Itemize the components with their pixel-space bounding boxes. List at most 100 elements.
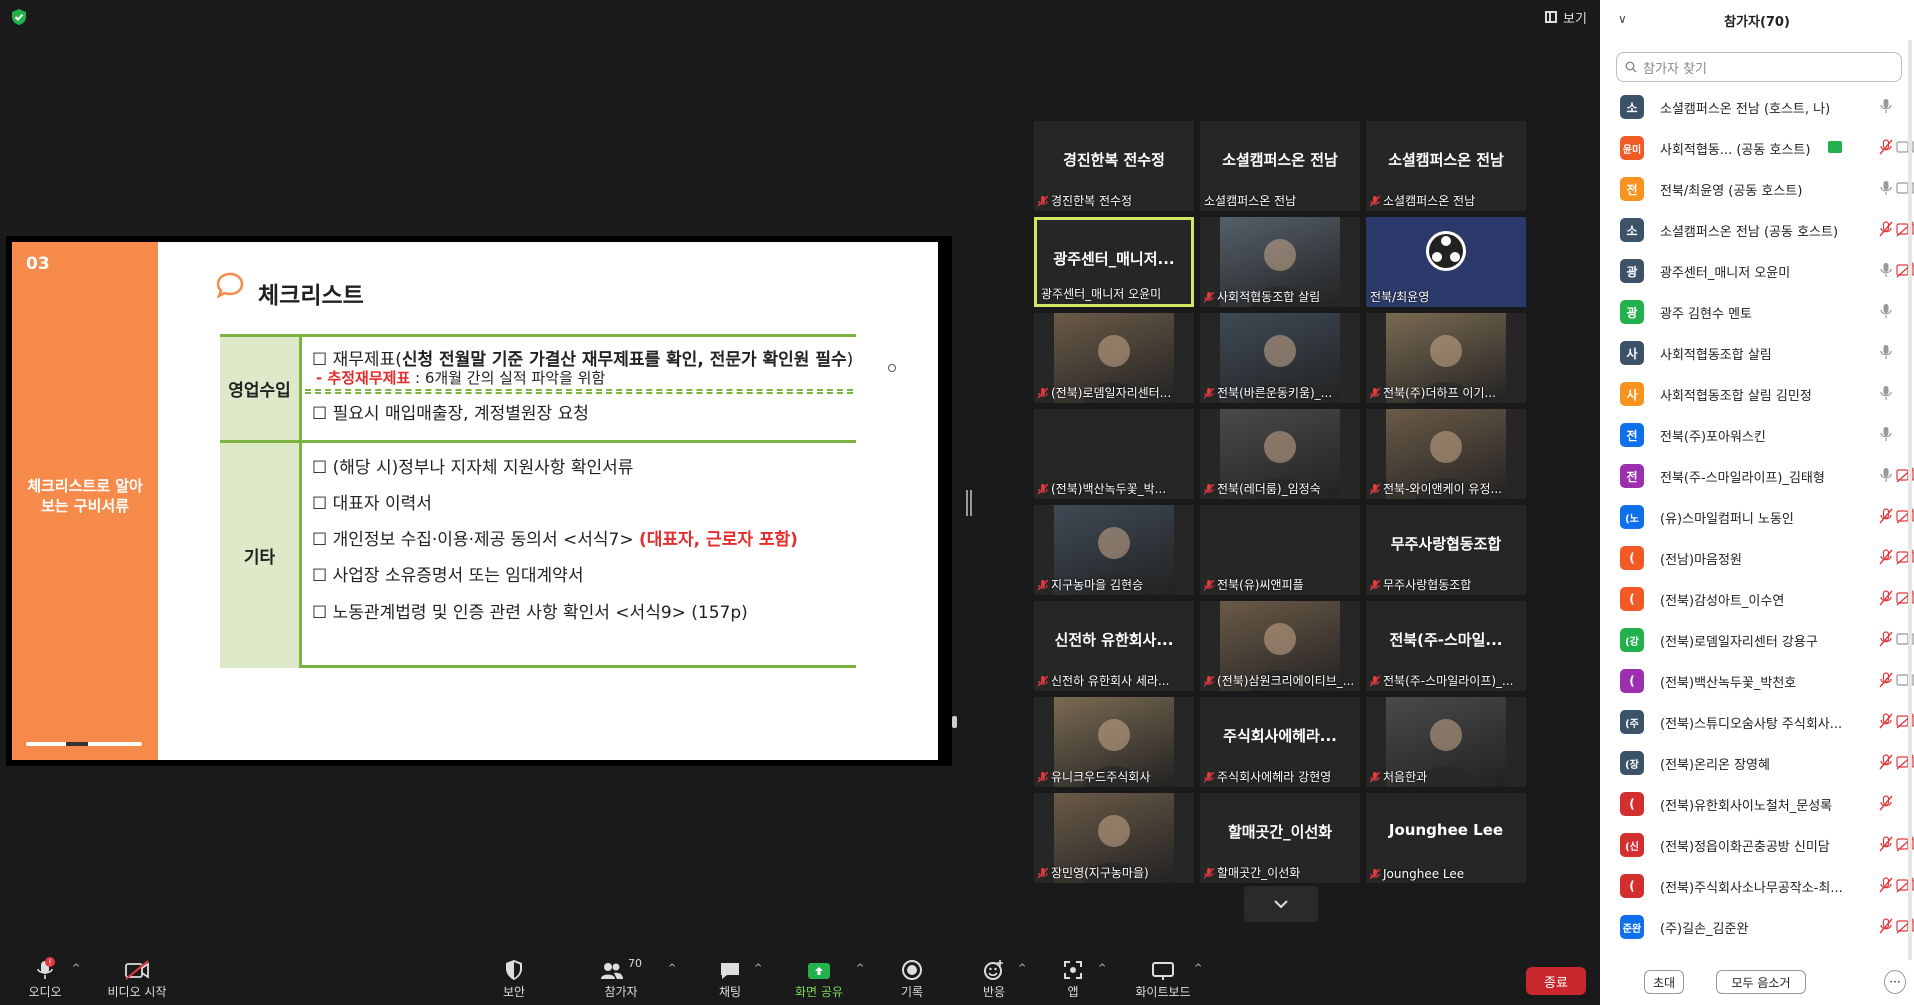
mic-muted-icon[interactable]: [1878, 836, 1894, 852]
mic-on-icon[interactable]: [1878, 467, 1894, 483]
video-tile[interactable]: (전북)로뎀일자리센터...: [1034, 313, 1194, 403]
start-video-button[interactable]: 비디오 시작: [102, 955, 172, 1005]
audio-button[interactable]: ! 오디오: [22, 955, 68, 1005]
participant-row[interactable]: 사 사회적협동조합 살림 김민정: [1600, 373, 1914, 414]
mic-muted-icon[interactable]: [1878, 590, 1894, 606]
video-tile[interactable]: 소셜캠퍼스온 전남 소셜캠퍼스온 전남: [1200, 121, 1360, 211]
mic-muted-icon: [1038, 387, 1048, 398]
splitter-handle[interactable]: [966, 490, 972, 516]
record-label: 기록: [900, 985, 924, 999]
video-tile[interactable]: 전북(유)씨앤피플: [1200, 505, 1360, 595]
participant-row[interactable]: (신 (전북)정읍이화곤충공방 신미담: [1600, 824, 1914, 865]
mic-muted-icon[interactable]: [1878, 631, 1894, 647]
apps-options-caret-icon[interactable]: ^: [1098, 963, 1106, 974]
record-button[interactable]: 기록: [892, 955, 932, 1005]
mic-on-icon[interactable]: [1878, 180, 1894, 196]
video-tile[interactable]: 지구농마을 김현승: [1034, 505, 1194, 595]
tile-name-label: 전북(유)씨앤피플: [1204, 576, 1356, 593]
video-tile[interactable]: 광주센터_매니저... 광주센터_매니저 오윤미: [1034, 217, 1194, 307]
video-tile[interactable]: 유니크우드주식회사: [1034, 697, 1194, 787]
participants-options-caret-icon[interactable]: ^: [668, 963, 676, 974]
video-tile[interactable]: 할매곳간_이선화 할매곳간_이선화: [1200, 793, 1360, 883]
invite-button[interactable]: 초대: [1644, 970, 1684, 994]
mic-on-icon[interactable]: [1878, 385, 1894, 401]
participant-row[interactable]: 전 전북/최윤영 (공동 호스트): [1600, 168, 1914, 209]
mic-muted-icon[interactable]: [1878, 508, 1894, 524]
participant-row[interactable]: (장 (전북)온리온 장영혜: [1600, 742, 1914, 783]
participant-row[interactable]: (노 (유)스마일컴퍼니 노동인: [1600, 496, 1914, 537]
participant-row[interactable]: 사 사회적협동조합 살림: [1600, 332, 1914, 373]
participant-row[interactable]: ((전북)감성아트_이수연: [1600, 578, 1914, 619]
chat-button[interactable]: 채팅: [710, 955, 750, 1005]
share-screen-icon: [808, 963, 830, 979]
audio-options-caret-icon[interactable]: ^: [72, 963, 80, 974]
participant-row[interactable]: 전 전북(주)포아워스킨: [1600, 414, 1914, 455]
participant-list-scrollbar[interactable]: [1908, 40, 1912, 960]
participant-row[interactable]: 광 광주센터_매니저 오윤미: [1600, 250, 1914, 291]
share-scroll-handle[interactable]: [952, 716, 957, 728]
mic-muted-icon[interactable]: [1878, 795, 1894, 811]
shield-icon: [506, 960, 522, 980]
participant-row[interactable]: 소 소셜캠퍼스온 전남 (공동 호스트): [1600, 209, 1914, 250]
participant-row[interactable]: (강 (전북)로뎀일자리센터 강용구: [1600, 619, 1914, 660]
mic-muted-icon[interactable]: [1878, 918, 1894, 934]
video-tile[interactable]: (전북)삼원크리에이티브_...: [1200, 601, 1360, 691]
participant-row[interactable]: 준완 (주)길손_김준완: [1600, 906, 1914, 946]
gallery-next-page-button[interactable]: [1244, 886, 1318, 922]
whiteboard-options-caret-icon[interactable]: ^: [1194, 963, 1202, 974]
chat-options-caret-icon[interactable]: ^: [754, 963, 762, 974]
video-tile[interactable]: 경진한복 전수정 경진한복 전수정: [1034, 121, 1194, 211]
video-tile[interactable]: 신전하 유한회사... 신전하 유한회사 세라...: [1034, 601, 1194, 691]
mic-muted-icon[interactable]: [1878, 877, 1894, 893]
video-tile[interactable]: 무주사랑협동조합 무주사랑협동조합: [1366, 505, 1526, 595]
participant-row[interactable]: ((전북)백산녹두꽃_박천호: [1600, 660, 1914, 701]
mic-on-icon[interactable]: [1878, 303, 1894, 319]
video-tile[interactable]: 사회적협동조합 살림: [1200, 217, 1360, 307]
more-options-button[interactable]: ···: [1884, 970, 1906, 994]
view-button[interactable]: 보기: [1545, 6, 1587, 28]
participant-search-input[interactable]: 참가자 찾기: [1616, 52, 1902, 82]
video-tile[interactable]: 장민영(지구농마을): [1034, 793, 1194, 883]
participant-row[interactable]: 소 소셜캠퍼스온 전남 (호스트, 나): [1600, 86, 1914, 127]
participant-row[interactable]: 광 광주 김현수 멘토: [1600, 291, 1914, 332]
end-meeting-button[interactable]: 종료: [1526, 967, 1586, 995]
share-screen-button[interactable]: 화면 공유: [792, 955, 846, 1005]
whiteboard-button[interactable]: 화이트보드: [1128, 955, 1198, 1005]
video-tile[interactable]: 전북(주-스마일... 전북(주-스마일라이프)_...: [1366, 601, 1526, 691]
apps-button[interactable]: 앱: [1056, 955, 1090, 1005]
video-tile[interactable]: 전북(주)더하프 이기...: [1366, 313, 1526, 403]
mic-on-icon[interactable]: [1878, 344, 1894, 360]
video-tile[interactable]: (전북)백산녹두꽃_박...: [1034, 409, 1194, 499]
mic-on-icon[interactable]: [1878, 98, 1894, 114]
video-tile[interactable]: 전북(바른운동키움)_...: [1200, 313, 1360, 403]
participant-row[interactable]: ((전남)마음정원: [1600, 537, 1914, 578]
mute-all-button[interactable]: 모두 음소거: [1716, 970, 1806, 994]
mic-on-icon[interactable]: [1878, 426, 1894, 442]
reactions-options-caret-icon[interactable]: ^: [1018, 963, 1026, 974]
mic-muted-icon[interactable]: [1878, 221, 1894, 237]
video-tile[interactable]: 전북/최윤영: [1366, 217, 1526, 307]
security-shield-icon[interactable]: [10, 8, 28, 26]
mic-muted-icon[interactable]: [1878, 754, 1894, 770]
participant-row[interactable]: 전 전북(주-스마일라이프)_김태형: [1600, 455, 1914, 496]
mic-muted-icon[interactable]: [1878, 713, 1894, 729]
participants-button[interactable]: 70 참가자: [596, 955, 646, 1005]
video-tile[interactable]: 전북-와이앤케이 유정...: [1366, 409, 1526, 499]
participant-row[interactable]: 윤미 사회적협동... (공동 호스트): [1600, 127, 1914, 168]
video-tile[interactable]: 처음한과: [1366, 697, 1526, 787]
mic-muted-icon[interactable]: [1878, 139, 1894, 155]
share-options-caret-icon[interactable]: ^: [856, 963, 864, 974]
mic-muted-icon[interactable]: [1878, 549, 1894, 565]
video-tile[interactable]: 전북(레더룸)_임정숙: [1200, 409, 1360, 499]
participant-row[interactable]: ((전북)주식회사소나무공작소-최...: [1600, 865, 1914, 906]
video-tile[interactable]: 주식회사에헤라... 주식회사에헤라 강현영: [1200, 697, 1360, 787]
participant-row[interactable]: (주 (전북)스튜디오숨사탕 주식회사...: [1600, 701, 1914, 742]
security-button[interactable]: 보안: [494, 955, 534, 1005]
mic-on-icon[interactable]: [1878, 262, 1894, 278]
mic-muted-icon[interactable]: [1878, 672, 1894, 688]
video-tile[interactable]: 소셜캠퍼스온 전남 소셜캠퍼스온 전남: [1366, 121, 1526, 211]
video-tile[interactable]: Jounghee Lee Jounghee Lee: [1366, 793, 1526, 883]
reactions-button[interactable]: 반응: [974, 955, 1014, 1005]
participant-row[interactable]: ((전북)유한회사이노철처_문성록: [1600, 783, 1914, 824]
tile-name-label: 경진한복 전수정: [1038, 192, 1190, 209]
